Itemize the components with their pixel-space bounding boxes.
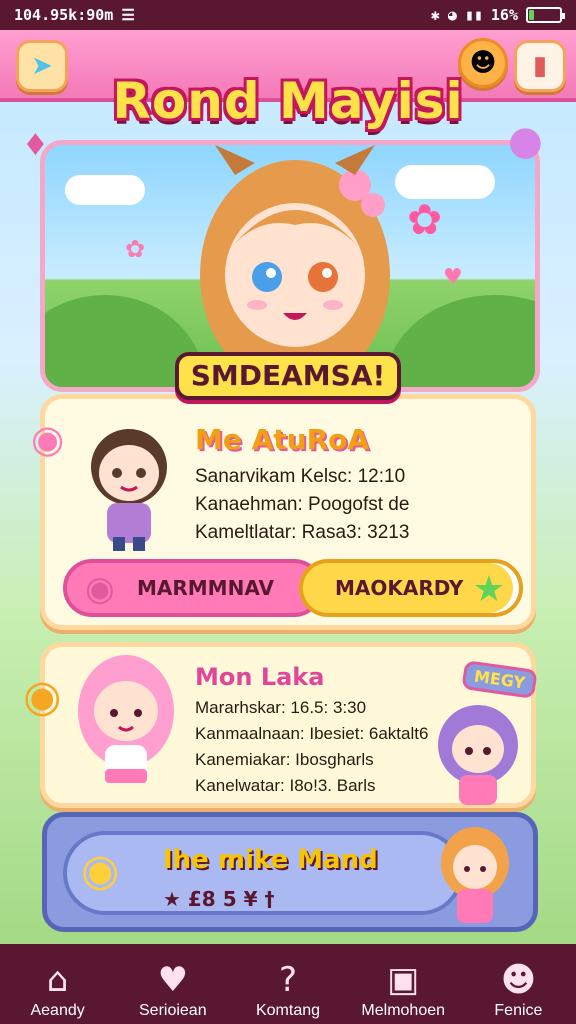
heart-icon: ♥ <box>443 265 463 290</box>
question-icon: ? <box>278 960 298 1000</box>
event-banner[interactable]: ◉ Ihe mike Mand ★ £8 5 ¥ † <box>42 812 538 932</box>
primary-action-button[interactable]: ◉ MARMMNAV <box>63 559 323 617</box>
info-line: Sanarvikam Kelsc: 12:10 <box>195 466 406 487</box>
hero-banner: SMDEAMSA! <box>175 352 401 400</box>
clock-text: 104.95k:90m <box>14 6 114 24</box>
card1-info: Sanarvikam Kelsc: 12:10 Kanaehman: Poogo… <box>195 463 409 547</box>
ghost-icon: ☻ <box>500 960 537 1000</box>
info-line: Kanemiakar: Ibosgharls <box>195 750 374 769</box>
notification-icon: ☰ <box>121 6 135 24</box>
star-icon: ★ <box>472 569 505 610</box>
cat-icon: ◉ <box>85 569 115 609</box>
tooth-heart-icon: ♥ <box>157 960 189 1000</box>
flower-icon: ✿ <box>407 195 443 244</box>
bluetooth-icon: ✱ <box>430 6 440 24</box>
sparkle-icon: ♦ <box>22 128 49 163</box>
primary-action-label: MARMMNAV <box>137 576 274 600</box>
event-banner-inner: ◉ Ihe mike Mand ★ £8 5 ¥ † <box>63 831 463 915</box>
info-line: Kanaehman: Poogofst de <box>195 494 410 515</box>
honey-pot-icon: ◉ <box>23 671 62 722</box>
app-title: Rond Mayisi <box>112 72 464 130</box>
orange-hair-girl-character <box>441 827 509 923</box>
nav-label: Melmohoen <box>361 1002 446 1019</box>
wifi-icon: ◕ <box>447 6 457 24</box>
home-icon: ⌂ <box>46 960 69 1000</box>
event-title: Ihe mike Mand <box>163 845 378 875</box>
secondary-action-label: MAOKARDY <box>335 576 464 600</box>
card2-info: Mararhskar: 16.5: 3:30 Kanmaalnaan: Ibes… <box>195 695 428 799</box>
purple-hair-girl-character <box>438 705 518 805</box>
info-line: Mararhskar: 16.5: 3:30 <box>195 698 367 717</box>
nav-item-home[interactable]: ⌂ Aeandy <box>0 944 115 1024</box>
pink-hair-girl-character <box>78 655 174 783</box>
yellow-cat-icon: ◉ <box>81 845 120 896</box>
info-line: Kanelwatar: I8o!3. Barls <box>195 776 376 795</box>
secondary-action-button[interactable]: MAOKARDY ★ <box>299 559 523 617</box>
card2-title: Mon Laka <box>195 663 325 691</box>
event-subtitle: ★ £8 5 ¥ † <box>163 887 275 911</box>
nav-label: Serioiean <box>139 1002 207 1019</box>
bottom-nav: ⌂ Aeandy ♥ Serioiean ? Komtang ▣ Melmoho… <box>0 944 576 1024</box>
signal-icon: ▮▮ <box>464 6 483 24</box>
character-card-1[interactable]: ◉ Me AtuRoA Sanarvikam Kelsc: 12:10 Kana… <box>31 394 536 630</box>
nav-item-calendar[interactable]: ▣ Melmohoen <box>346 944 461 1024</box>
battery-text: 16% <box>490 6 518 24</box>
boy-character <box>91 429 167 551</box>
card1-actions: ◉ MARMMNAV MAOKARDY ★ <box>63 559 523 617</box>
nav-item-friends[interactable]: ☻ Fenice <box>461 944 576 1024</box>
calendar-icon: ▣ <box>387 960 420 1000</box>
info-line: Kanmaalnaan: Ibesiet: 6aktalt6 <box>195 724 429 743</box>
nav-item-collection[interactable]: ♥ Serioiean <box>115 944 230 1024</box>
nav-item-quest[interactable]: ? Komtang <box>230 944 345 1024</box>
info-line: Kameltlatar: Rasa3: 3213 <box>195 522 410 543</box>
nav-label: Aeandy <box>30 1002 85 1019</box>
nav-label: Komtang <box>255 1002 321 1019</box>
battery-icon <box>526 7 565 23</box>
status-bar: 104.95k:90m ☰ ✱ ◕ ▮▮ 16% <box>0 0 576 30</box>
flower-icon: ✿ <box>125 235 146 263</box>
ghost-icon: ◉ <box>31 417 65 461</box>
character-card-2[interactable]: ◉ Mon Laka Mararhskar: 16.5: 3:30 Kanmaa… <box>23 642 538 808</box>
card1-title: Me AtuRoA <box>195 423 370 456</box>
nav-label: Fenice <box>494 1002 543 1019</box>
sign-badge: MEGY <box>461 660 538 699</box>
